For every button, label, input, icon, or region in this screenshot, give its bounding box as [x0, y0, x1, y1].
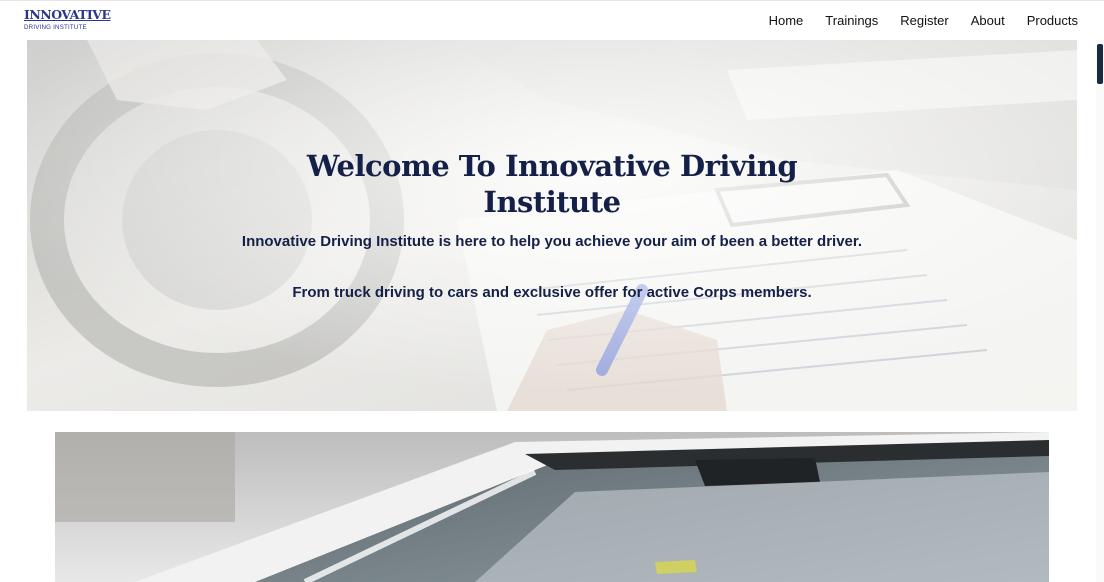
hero-offer-text: From truck driving to cars and exclusive… [292, 284, 812, 301]
hero-subtitle: Innovative Driving Institute is here to … [241, 233, 863, 250]
page-scrollbar-track[interactable] [1096, 40, 1104, 582]
logo-tagline: DRIVING INSTITUTE [24, 24, 87, 31]
hero-title: Welcome To Innovative Driving Institute [306, 149, 798, 219]
nav-trainings[interactable]: Trainings [825, 13, 878, 29]
car-banner-image [55, 432, 1049, 582]
nav-products[interactable]: Products [1027, 13, 1078, 29]
main-nav: Home Trainings Register About Products [769, 13, 1078, 29]
nav-register[interactable]: Register [900, 13, 948, 29]
logo-wordmark: INNOVATIVE [24, 7, 111, 22]
top-navigation-bar: INNOVATIVE DRIVING INSTITUTE Home Traini… [0, 0, 1104, 40]
car-windshield-illustration [55, 432, 1049, 582]
site-logo[interactable]: INNOVATIVE DRIVING INSTITUTE [24, 8, 111, 34]
nav-home[interactable]: Home [769, 13, 804, 29]
hero-section: Welcome To Innovative Driving Institute … [27, 40, 1077, 411]
hero-content: Welcome To Innovative Driving Institute … [27, 40, 1077, 411]
nav-about[interactable]: About [971, 13, 1005, 29]
page-scrollbar-thumb[interactable] [1097, 44, 1103, 84]
